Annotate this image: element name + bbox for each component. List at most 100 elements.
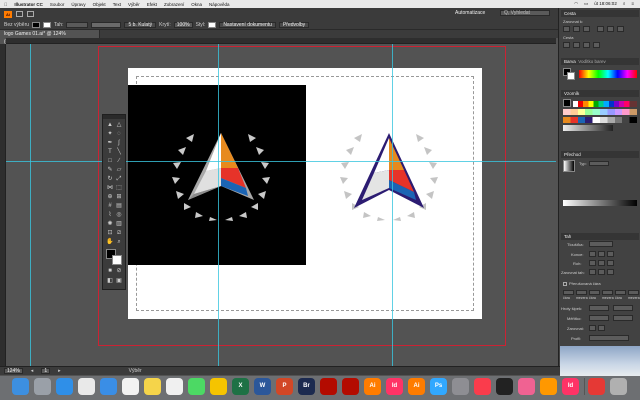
dock-messages-icon[interactable] <box>188 378 205 395</box>
scale-tool-icon[interactable]: ⤢ <box>115 175 123 183</box>
intersect-icon[interactable] <box>583 42 590 48</box>
arrow-scale-start-field[interactable] <box>589 315 609 321</box>
dash-field-1[interactable] <box>563 290 574 295</box>
dock-fender-icon[interactable] <box>496 378 513 395</box>
dash-field-2[interactable] <box>589 290 600 295</box>
gradient-slider[interactable] <box>563 200 637 206</box>
guide-horizontal[interactable] <box>6 161 556 162</box>
logo-on-black[interactable] <box>166 128 276 228</box>
app-name-menu[interactable]: Illustrator CC <box>14 2 43 7</box>
dock-notes-icon[interactable] <box>144 378 161 395</box>
swatch-row-3[interactable] <box>563 117 637 123</box>
menu-type[interactable]: Text <box>113 2 121 7</box>
swatch-row-4[interactable] <box>563 125 613 131</box>
free-transform-icon[interactable]: ⬚ <box>115 184 123 192</box>
dock-photoshop-icon[interactable]: Ps <box>430 378 447 395</box>
color-spectrum[interactable] <box>579 70 637 78</box>
eyedropper-icon[interactable]: ⌇ <box>106 211 114 219</box>
panel-title-properties[interactable]: Cesta <box>561 10 639 17</box>
round-join-icon[interactable] <box>598 260 605 266</box>
dock-duck-icon[interactable] <box>210 378 227 395</box>
align-stroke-outside-icon[interactable] <box>607 269 614 275</box>
arrowhead-start-dropdown[interactable] <box>589 305 609 311</box>
color-stroke-swatch[interactable] <box>567 72 575 80</box>
gradient-type-dropdown[interactable] <box>589 161 609 166</box>
align-stroke-center-icon[interactable] <box>589 269 596 275</box>
wifi-icon[interactable]: ◠ <box>574 1 578 7</box>
logo-on-white[interactable] <box>334 128 444 228</box>
menu-view[interactable]: Zobrazení <box>164 2 184 7</box>
none-mode-icon[interactable]: ⊘ <box>115 267 123 275</box>
dock-indesign-icon[interactable]: Id <box>386 378 403 395</box>
guide-vertical[interactable] <box>30 44 31 366</box>
clock[interactable]: út 18:06:02 <box>594 1 617 7</box>
menu-window[interactable]: Okna <box>191 2 202 7</box>
panel-title-swatches[interactable]: Vzorník <box>561 90 639 97</box>
align-center-icon[interactable] <box>573 26 580 32</box>
variable-width-field[interactable] <box>91 21 122 28</box>
arrow-align-inside-icon[interactable] <box>598 325 605 331</box>
square-cap-icon[interactable] <box>607 251 614 257</box>
mesh-tool-icon[interactable]: # <box>106 202 114 210</box>
dock-word-icon[interactable]: W <box>254 378 271 395</box>
bevel-join-icon[interactable] <box>607 260 614 266</box>
panel-title-gradient[interactable]: Přechod <box>561 151 639 158</box>
gradient-preview[interactable] <box>563 160 575 172</box>
workspace-switcher[interactable]: Automatizace <box>455 10 485 16</box>
dash-field-3[interactable] <box>615 290 626 295</box>
align-top-icon[interactable] <box>597 26 604 32</box>
brush-style-dropdown[interactable]: 5 b. Kulatý <box>124 21 157 28</box>
dock-system-icon[interactable] <box>452 378 469 395</box>
guide-vertical[interactable] <box>392 44 393 366</box>
menu-object[interactable]: Objekt <box>93 2 106 7</box>
gap-field-2[interactable] <box>602 290 613 295</box>
width-tool-icon[interactable]: ⋈ <box>106 184 114 192</box>
dock-tower-icon[interactable] <box>588 378 605 395</box>
dock-indesign-2-icon[interactable]: Id <box>562 378 579 395</box>
draw-mode-icon[interactable]: ◧ <box>106 277 114 285</box>
prev-artboard-icon[interactable]: ◂ <box>31 368 34 374</box>
pen-tool-icon[interactable]: ✒ <box>106 139 114 147</box>
rectangle-tool-icon[interactable]: □ <box>106 157 114 165</box>
artboard-tool-icon[interactable]: ⊡ <box>106 229 114 237</box>
opacity-label[interactable]: Krytí: <box>159 22 171 28</box>
width-profile-dropdown[interactable] <box>589 335 629 341</box>
dock-acrobat-icon[interactable] <box>320 378 337 395</box>
document-setup-button[interactable]: Nastavení dokumentu <box>219 21 276 28</box>
stroke-weight-field[interactable] <box>66 21 89 28</box>
align-right-icon[interactable] <box>583 26 590 32</box>
preferences-button[interactable]: Předvolby <box>278 21 310 28</box>
lasso-icon[interactable]: ◌ <box>115 130 123 138</box>
dock-launchpad-icon[interactable] <box>34 378 51 395</box>
arrowhead-end-dropdown[interactable] <box>613 305 633 311</box>
artboard-field[interactable]: 1 <box>41 368 51 374</box>
swatch-row-1[interactable] <box>573 101 637 107</box>
dock-acrobat-dc-icon[interactable] <box>342 378 359 395</box>
dock-excel-icon[interactable]: X <box>232 378 249 395</box>
selection-tool-icon[interactable]: ▲ <box>106 121 114 129</box>
notification-icon[interactable]: ≡ <box>631 1 634 7</box>
rotate-tool-icon[interactable]: ↻ <box>106 175 114 183</box>
curvature-icon[interactable]: ∫ <box>115 139 123 147</box>
shape-builder-icon[interactable]: ⊕ <box>106 193 114 201</box>
paintbrush-icon[interactable]: ∕ <box>115 157 123 165</box>
align-left-icon[interactable] <box>563 26 570 32</box>
canvas[interactable]: ▲ △ ✦ ◌ ✒ ∫ T ╲ □ ∕ ✎ ▱ ↻ ⤢ ⋈ ⬚ ⊕ ⊞ # ▤ … <box>6 44 556 366</box>
menu-select[interactable]: Výběr <box>128 2 140 7</box>
magic-wand-icon[interactable]: ✦ <box>106 130 114 138</box>
shaper-tool-icon[interactable]: ✎ <box>106 166 114 174</box>
dock-safari-icon[interactable] <box>56 378 73 395</box>
type-tool-icon[interactable]: T <box>106 148 114 156</box>
blend-tool-icon[interactable]: ◎ <box>115 211 123 219</box>
document-tab[interactable]: logo Games 01.ai* @ 124% (CMYK/Náhled) <box>0 30 100 45</box>
dock-mail-icon[interactable] <box>100 378 117 395</box>
panel-title-stroke[interactable]: Tah <box>561 233 639 240</box>
slice-tool-icon[interactable]: ⧄ <box>115 229 123 237</box>
symbol-sprayer-icon[interactable]: ✺ <box>106 220 114 228</box>
screen-mode-icon[interactable]: ▣ <box>115 277 123 285</box>
dock-powerpoint-icon[interactable]: P <box>276 378 293 395</box>
arrow-align-extend-icon[interactable] <box>589 325 596 331</box>
guide-vertical[interactable] <box>218 44 219 366</box>
dock-finder-icon[interactable] <box>12 378 29 395</box>
dock-illustrator-icon[interactable]: Ai <box>364 378 381 395</box>
